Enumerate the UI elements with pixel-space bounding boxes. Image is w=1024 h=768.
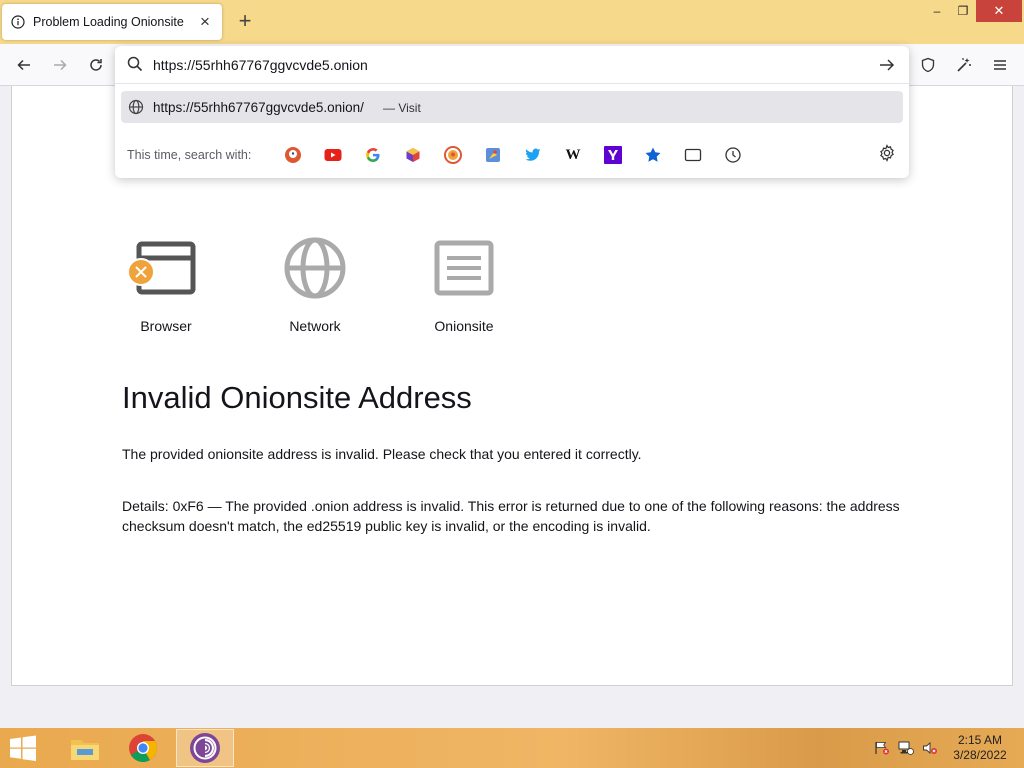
diagnostic-onionsite: Onionsite [404,236,524,334]
clock-date: 3/28/2022 [953,748,1007,762]
restore-button[interactable]: ❐ [950,0,976,22]
tabs-icon[interactable] [682,144,704,166]
tor-browser-icon[interactable] [176,729,234,767]
title-bar: Problem Loading Onionsite × + – ❐ ✕ [0,0,1024,44]
tab-title: Problem Loading Onionsite [33,15,184,29]
search-with-label: This time, search with: [127,148,252,162]
diagnostic-browser: Browser [106,236,226,334]
diagnostic-label-onionsite: Onionsite [434,318,494,334]
forward-button[interactable] [48,53,72,77]
page-title: Invalid Onionsite Address [122,380,472,415]
go-arrow-icon[interactable] [878,56,896,79]
new-identity-button[interactable] [952,53,976,77]
shield-button[interactable] [916,53,940,77]
urlbar-popup: https://55rhh67767ggvcvde5.onion https:/… [115,46,909,178]
hamburger-icon [994,60,1006,70]
error-description: The provided onionsite address is invali… [122,446,642,462]
taskbar: 2:15 AM 3/28/2022 [0,728,1024,768]
history-clock-icon[interactable] [722,144,744,166]
close-window-button[interactable]: ✕ [976,0,1022,22]
yahoo-icon[interactable] [602,144,624,166]
document-icon [434,240,494,296]
youtube-icon[interactable] [322,144,344,166]
back-arrow-icon [17,59,30,71]
shield-icon [921,57,935,73]
chrome-icon[interactable] [114,729,172,767]
action-center-flag-icon[interactable] [874,741,890,755]
network-icon[interactable] [898,741,914,755]
blockchair-icon[interactable] [402,144,424,166]
duckduckgo-onion-icon[interactable] [442,144,464,166]
diagnostic-label-browser: Browser [140,318,192,334]
tab-close-icon[interactable]: × [196,13,214,31]
search-icon [127,56,143,77]
startpage-icon[interactable] [482,144,504,166]
back-button[interactable] [12,53,36,77]
magic-wand-icon [957,58,971,72]
tab-problem-loading[interactable]: Problem Loading Onionsite × [2,4,222,40]
bookmark-star-icon[interactable] [642,144,664,166]
menu-button[interactable] [988,53,1012,77]
clock-time: 2:15 AM [957,733,1003,747]
diagnostic-network: Network [255,236,375,334]
reload-button[interactable] [84,53,108,77]
twitter-icon[interactable] [522,144,544,166]
info-icon [10,14,26,30]
file-explorer-icon[interactable] [56,729,114,767]
windows-start-icon[interactable] [8,735,38,761]
system-clock[interactable]: 2:15 AM 3/28/2022 [950,733,1010,763]
globe-icon [284,237,346,299]
minimize-button[interactable]: – [924,0,950,22]
search-settings-gear-icon[interactable] [878,144,896,167]
wikipedia-icon[interactable]: W [562,144,584,166]
error-details: Details: 0xF6 — The provided .onion addr… [122,498,900,534]
suggestion-action: — Visit [383,101,421,115]
reload-icon [90,59,102,71]
volume-muted-icon[interactable] [922,741,938,755]
new-tab-button[interactable]: + [234,10,256,33]
suggestion-url: https://55rhh67767ggvcvde5.onion/ [153,100,364,115]
browser-icon [127,241,196,295]
globe-icon [128,99,144,120]
url-suggestion[interactable]: https://55rhh67767ggvcvde5.onion/ — Visi… [121,91,903,123]
diagnostic-label-network: Network [289,318,341,334]
duckduckgo-icon[interactable] [282,144,304,166]
urlbar[interactable]: https://55rhh67767ggvcvde5.onion [115,46,909,84]
url-input[interactable]: https://55rhh67767ggvcvde5.onion [153,57,368,73]
google-icon[interactable] [362,144,384,166]
forward-arrow-icon [54,59,67,71]
